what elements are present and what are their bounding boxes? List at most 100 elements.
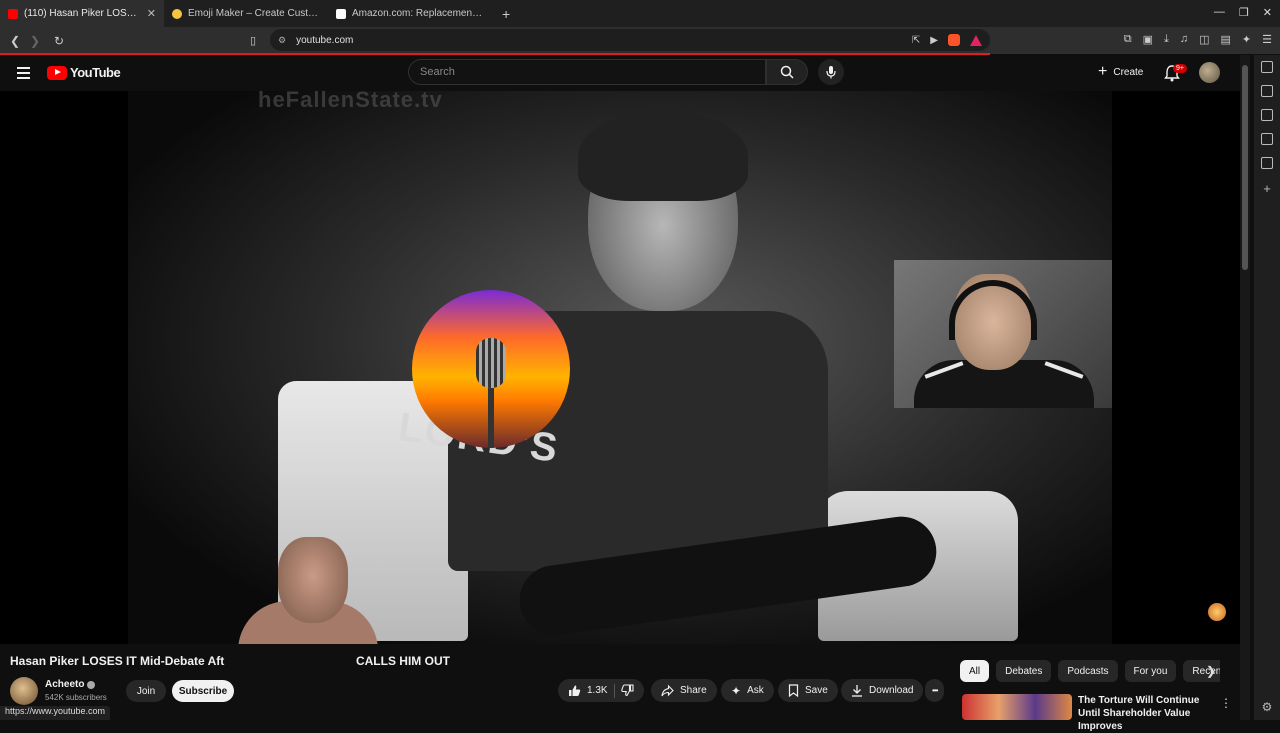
reload-icon[interactable]: ↻ [49,34,69,48]
browser-toolbar: ⧉ ▣ ⤓ ♫ ◫ ▤ ✦ ☰ [1124,33,1272,46]
close-tab-icon[interactable]: ✕ [147,7,156,20]
like-icon[interactable] [568,684,581,697]
vertical-dots-icon[interactable]: ⋮ [1220,696,1232,710]
recommended-title[interactable]: The Torture Will Continue Until Sharehol… [1078,694,1218,733]
browser-tab-bar: (110) Hasan Piker LOSES IT ✕ Emoji Maker… [0,0,1280,27]
video-watermark: heFallenState.tv [258,91,443,112]
subscribe-button[interactable]: Subscribe [172,680,234,702]
video-player[interactable]: heFallenState.tv LORD'S [0,91,1240,644]
recommended-thumbnail[interactable] [962,694,1072,720]
scrollbar-thumb[interactable] [1242,65,1248,270]
streamer-cutout [228,531,378,644]
tab-title: (110) Hasan Piker LOSES IT [24,8,141,19]
chip-all[interactable]: All [960,660,990,682]
search-input[interactable]: Search [408,59,766,85]
youtube-favicon-icon [8,8,18,19]
create-button[interactable]: + Create [1090,61,1151,83]
channel-name-text: Acheeto [45,679,85,690]
url-field[interactable]: ⚙ youtube.com ⇱ ▶ [270,29,990,51]
more-icon: ••• [932,686,938,695]
channel-name[interactable]: Acheeto [45,679,96,690]
wallet-icon[interactable]: ▤ [1221,33,1231,46]
save-icon [788,684,799,697]
bookmark-icon[interactable]: ▯ [250,34,256,47]
verified-badge-icon [87,680,96,689]
leo-sidebar-icon[interactable] [1261,61,1273,73]
window-controls: — ❐ ✕ [1214,6,1272,19]
back-icon[interactable]: ❮ [5,34,25,48]
rewards-icon[interactable] [970,34,982,46]
plus-icon: + [1098,63,1108,80]
video-title: Hasan Piker LOSES IT Mid-Debate Aft CALL… [10,654,450,668]
menu-icon[interactable]: ☰ [1262,33,1272,46]
search-icon [780,65,794,79]
video-title-end: CALLS HIM OUT [355,654,450,668]
tab-title: Amazon.com: Replacement CPU [352,8,484,19]
forward-icon[interactable]: ❯ [25,34,45,48]
more-actions-button[interactable]: ••• [925,679,945,702]
chip-podcasts[interactable]: Podcasts [1058,660,1118,682]
like-dislike-group: 1.3K [558,679,644,702]
download-button[interactable]: Download [841,679,924,702]
media-icon[interactable]: ♫ [1180,33,1188,46]
add-sidebar-item-icon[interactable]: + [1263,181,1271,196]
microphone-icon [826,66,836,79]
reading-list-sidebar-icon[interactable] [1261,157,1273,169]
speaker-hair [578,111,748,201]
youtube-logo[interactable]: YouTube [47,65,121,80]
tab-youtube[interactable]: (110) Hasan Piker LOSES IT ✕ [0,0,164,27]
channel-avatar[interactable] [10,677,38,705]
site-info-icon[interactable]: ⚙ [278,35,286,46]
open-external-icon[interactable]: ⇱ [912,35,920,46]
guide-menu-icon[interactable] [17,67,30,82]
like-count[interactable]: 1.3K [587,685,608,696]
new-tab-button[interactable]: + [492,6,520,22]
maximize-icon[interactable]: ❐ [1239,6,1249,19]
extensions-icon[interactable]: ⧉ [1124,33,1132,46]
wallet-sidebar-icon[interactable] [1261,109,1273,121]
leo-icon[interactable]: ✦ [1242,33,1251,46]
search-button[interactable] [766,59,808,85]
notification-badge: 9+ [1173,64,1187,73]
sparkle-icon: ✦ [731,683,742,698]
youtube-masthead: YouTube Search + Create 9+ [0,55,1248,91]
create-label: Create [1113,66,1144,78]
save-label: Save [805,685,828,696]
send-icon[interactable]: ▶ [930,35,938,46]
ask-button[interactable]: ✦ Ask [721,679,774,702]
settings-gear-icon[interactable]: ⚙ [1262,700,1273,714]
download-label: Download [869,685,914,696]
join-button[interactable]: Join [126,680,166,702]
dislike-icon[interactable] [620,684,634,697]
share-icon [661,684,674,697]
voice-search-button[interactable] [818,59,844,85]
browser-sidebar: + ⚙ [1254,55,1280,720]
ask-label: Ask [747,685,764,696]
chevron-right-icon[interactable]: ❯ [1206,664,1216,678]
playlist-sidebar-icon[interactable] [1261,85,1273,97]
page-scrollbar[interactable] [1240,55,1250,720]
like-divider [613,683,615,698]
tab-amazon[interactable]: Amazon.com: Replacement CPU [328,0,492,27]
chip-debates[interactable]: Debates [996,660,1052,682]
minimize-icon[interactable]: — [1214,6,1225,19]
share-button[interactable]: Share [651,679,717,702]
brave-shields-icon[interactable] [948,34,960,46]
podcast-microphone-logo [412,290,570,448]
save-button[interactable]: Save [778,679,838,702]
emoji-favicon-icon [172,8,182,19]
video-title-start: Hasan Piker LOSES IT Mid-Debate Aft [10,654,225,668]
microphone-grille [476,338,506,388]
share-label: Share [680,685,707,696]
streamer-head [278,537,348,623]
download-icon[interactable]: ⤓ [1164,33,1169,46]
sidebar-toggle-icon[interactable]: ◫ [1199,33,1209,46]
account-avatar[interactable] [1199,62,1220,83]
bookmarks-sidebar-icon[interactable] [1261,133,1273,145]
microphone-stand [488,388,494,448]
tab-emoji-maker[interactable]: Emoji Maker – Create Custom & [164,0,328,27]
screenshot-icon[interactable]: ▣ [1143,33,1153,46]
close-window-icon[interactable]: ✕ [1263,6,1272,19]
logo-text: YouTube [70,65,121,80]
chip-for-you[interactable]: For you [1124,660,1177,682]
